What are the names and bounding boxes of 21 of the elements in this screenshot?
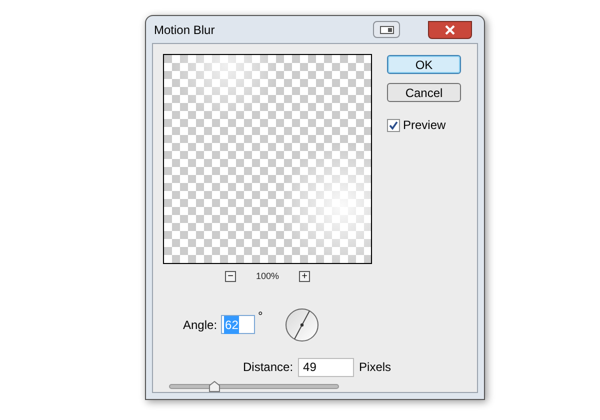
preview-label: Preview	[403, 117, 446, 134]
zoom-out-button[interactable]: −	[224, 271, 236, 282]
dialog-button[interactable]: Cancel	[387, 83, 461, 102]
restore-button[interactable]	[373, 21, 400, 38]
panel-icon	[380, 26, 394, 34]
zoom-level: 100%	[256, 270, 280, 283]
distance-label: Distance:	[243, 359, 294, 376]
close-button[interactable]	[428, 20, 472, 38]
slider-thumb[interactable]	[208, 380, 220, 392]
close-icon	[445, 24, 455, 34]
dialog-button[interactable]: OK	[387, 55, 461, 74]
distance-field[interactable]: 49	[298, 358, 354, 376]
zoom-in-button[interactable]: +	[299, 271, 310, 282]
degree-unit: °	[258, 308, 263, 324]
window-title: Motion Blur	[154, 22, 215, 38]
angle-dial[interactable]	[284, 308, 319, 342]
angle-label: Angle:	[183, 316, 218, 334]
distance-value: 49	[303, 359, 316, 376]
angle-value: 62	[224, 316, 240, 334]
preview-checkbox[interactable]	[387, 118, 400, 132]
pixels-unit: Pixels	[359, 359, 392, 376]
